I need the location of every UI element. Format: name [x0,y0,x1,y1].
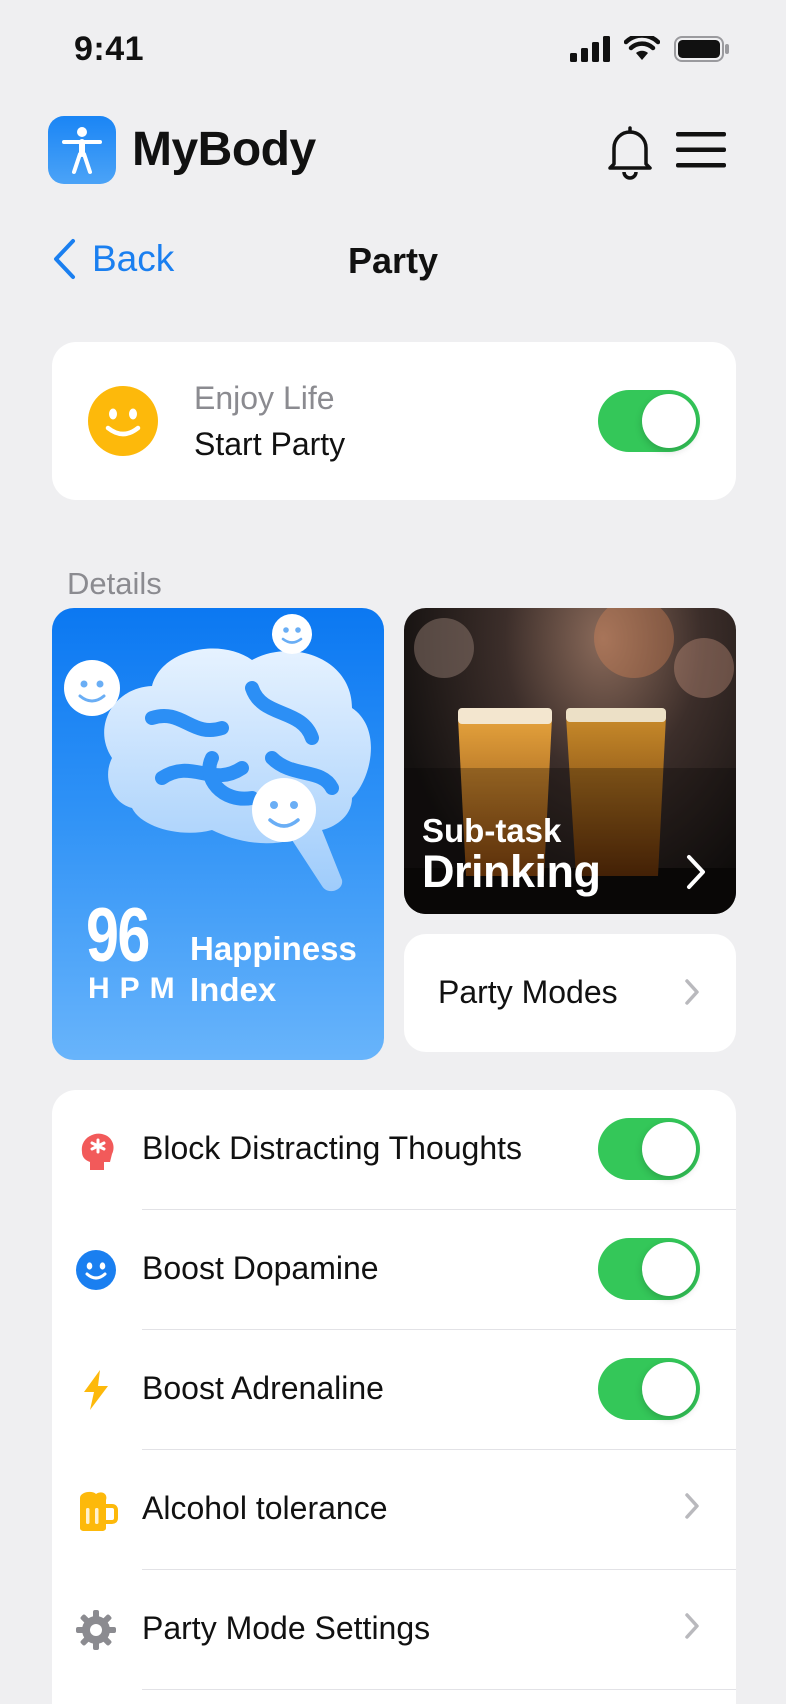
happiness-unit: HPM [88,972,185,1005]
party-screen: 9:41 MyBody Party Back Enjoy Life Start … [0,0,786,1704]
bolt-icon [84,1370,108,1410]
enjoy-subtitle: Enjoy Life [194,380,335,416]
chevron-right-icon [687,855,705,889]
party-modes-button[interactable]: Party Modes [404,934,736,1052]
happiness-index-tile[interactable]: 96 HPM Happiness Index [52,608,384,1060]
happiness-label: Happiness Index [190,930,357,1008]
gear-icon [76,1610,116,1650]
enjoy-title: Start Party [194,426,346,462]
row-label: Block Distracting Thoughts [142,1130,523,1166]
toggle-knob [642,1242,696,1296]
details-section-label: Details [67,566,162,601]
block-distracting-thoughts-toggle[interactable] [598,1118,700,1180]
app-title: MyBody [132,123,316,176]
list-item-block-distracting-thoughts: Block Distracting Thoughts [52,1090,736,1210]
list-item-party-mode-settings[interactable]: Party Mode Settings [52,1570,736,1690]
app-logo [48,116,116,184]
row-label: Boost Dopamine [142,1250,379,1286]
bell-icon [608,126,652,180]
drinking-subtask-tile[interactable]: Sub-task Drinking [404,608,736,914]
row-divider [142,1689,736,1690]
menu-button[interactable] [674,130,728,174]
happiness-value: 96 [86,893,150,978]
start-party-toggle[interactable] [598,390,700,452]
drinking-subtitle: Sub-task [422,812,562,849]
chevron-right-icon [685,1493,699,1519]
chevron-right-icon [685,979,699,1005]
chevron-right-icon [685,1613,699,1639]
nav-bar: Party Back [0,232,786,292]
status-bar: 9:41 [0,0,786,100]
list-item-boost-dopamine: Boost Dopamine [52,1210,736,1330]
status-time: 9:41 [74,30,145,68]
row-label: Boost Adrenaline [142,1370,384,1406]
toggle-knob [642,1362,696,1416]
body-figure-icon [62,127,102,174]
drinking-title: Drinking [422,846,601,897]
status-icons [570,36,730,62]
smiley-icon [88,386,158,456]
toggle-knob [642,394,696,448]
battery-icon [674,36,729,62]
toggle-knob [642,1122,696,1176]
head-icon [81,1133,114,1170]
row-label: Party Mode Settings [142,1610,431,1646]
beer-mug-icon [80,1491,118,1531]
notifications-button[interactable] [604,124,656,180]
smiley-icon [76,1250,116,1290]
cellular-signal-icon [570,36,610,62]
hamburger-menu-icon [676,132,726,168]
brain-icon [64,614,371,892]
row-label: Alcohol tolerance [142,1490,388,1526]
boost-dopamine-toggle[interactable] [598,1238,700,1300]
party-settings-list: Block Distracting Thoughts Boost Dopamin… [52,1090,736,1704]
boost-adrenaline-toggle[interactable] [598,1358,700,1420]
wifi-icon [624,36,660,60]
chevron-left-icon [54,239,75,279]
list-item-boost-adrenaline: Boost Adrenaline [52,1330,736,1450]
back-button[interactable]: Back [52,238,174,280]
start-party-card: Enjoy Life Start Party [52,342,736,500]
list-item-alcohol-tolerance[interactable]: Alcohol tolerance [52,1450,736,1570]
back-label: Back [92,238,175,279]
app-header: MyBody [48,114,738,186]
party-modes-label: Party Modes [438,974,618,1010]
